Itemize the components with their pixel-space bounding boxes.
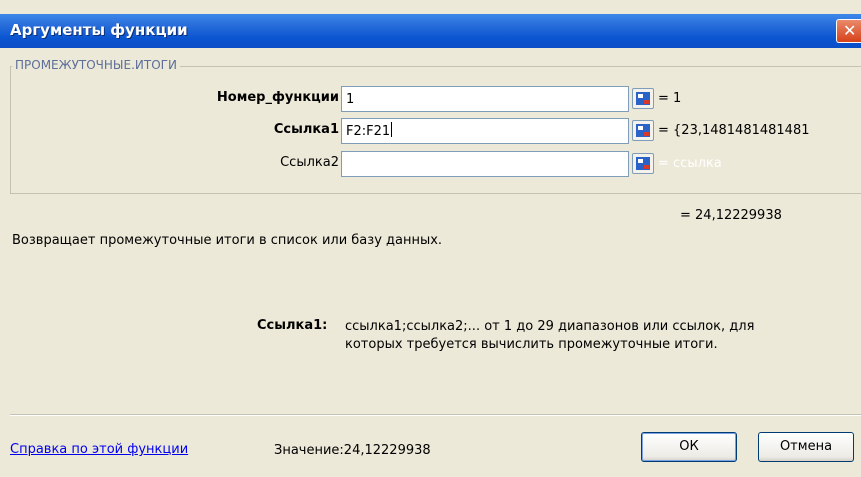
arg-result-function-number: = 1 xyxy=(658,91,682,106)
ref1-input-text: F2:F21 xyxy=(346,124,391,139)
dialog-title: Аргументы функции xyxy=(10,21,188,39)
collapse-dialog-button-2[interactable] xyxy=(632,120,654,141)
cancel-button[interactable]: Отмена xyxy=(758,432,854,462)
help-link[interactable]: Справка по этой функции xyxy=(10,442,188,457)
collapse-dialog-button-3[interactable] xyxy=(632,153,654,174)
function-description: Возвращает промежуточные итоги в список … xyxy=(12,233,443,248)
arg-label-ref2: Ссылка2 xyxy=(280,155,339,170)
title-bar[interactable]: Аргументы функции xyxy=(0,14,861,48)
range-select-icon xyxy=(636,157,650,170)
arg-result-ref2: = ссылка xyxy=(658,156,722,171)
footer-separator xyxy=(10,414,861,416)
function-name-legend: ПРОМЕЖУТОЧНЫЕ.ИТОГИ xyxy=(12,58,180,72)
close-icon: ✕ xyxy=(843,21,857,40)
ok-button[interactable]: ОК xyxy=(641,432,737,462)
range-select-icon xyxy=(636,92,650,105)
collapse-dialog-button-1[interactable] xyxy=(632,88,654,109)
function-number-input[interactable] xyxy=(341,86,629,112)
ref2-input[interactable] xyxy=(341,151,629,177)
range-select-icon xyxy=(636,124,650,137)
close-button[interactable]: ✕ xyxy=(836,19,861,43)
arg-label-function-number: Номер_функции xyxy=(216,90,339,105)
formula-result: = 24,12229938 xyxy=(680,208,782,223)
value-label: Значение:24,12229938 xyxy=(274,443,431,458)
arg-result-ref1: = {23,1481481481481 xyxy=(658,123,810,138)
text-caret xyxy=(391,122,393,137)
parameter-description: ссылка1;ссылка2;... от 1 до 29 диапазоно… xyxy=(345,319,755,352)
arg-label-ref1: Ссылка1 xyxy=(273,122,339,137)
function-arguments-dialog: Аргументы функции ✕ ПРОМЕЖУТОЧНЫЕ.ИТОГИ … xyxy=(0,0,861,477)
parameter-name: Ссылка1: xyxy=(257,318,328,333)
ref1-input[interactable]: F2:F21 xyxy=(341,118,629,144)
